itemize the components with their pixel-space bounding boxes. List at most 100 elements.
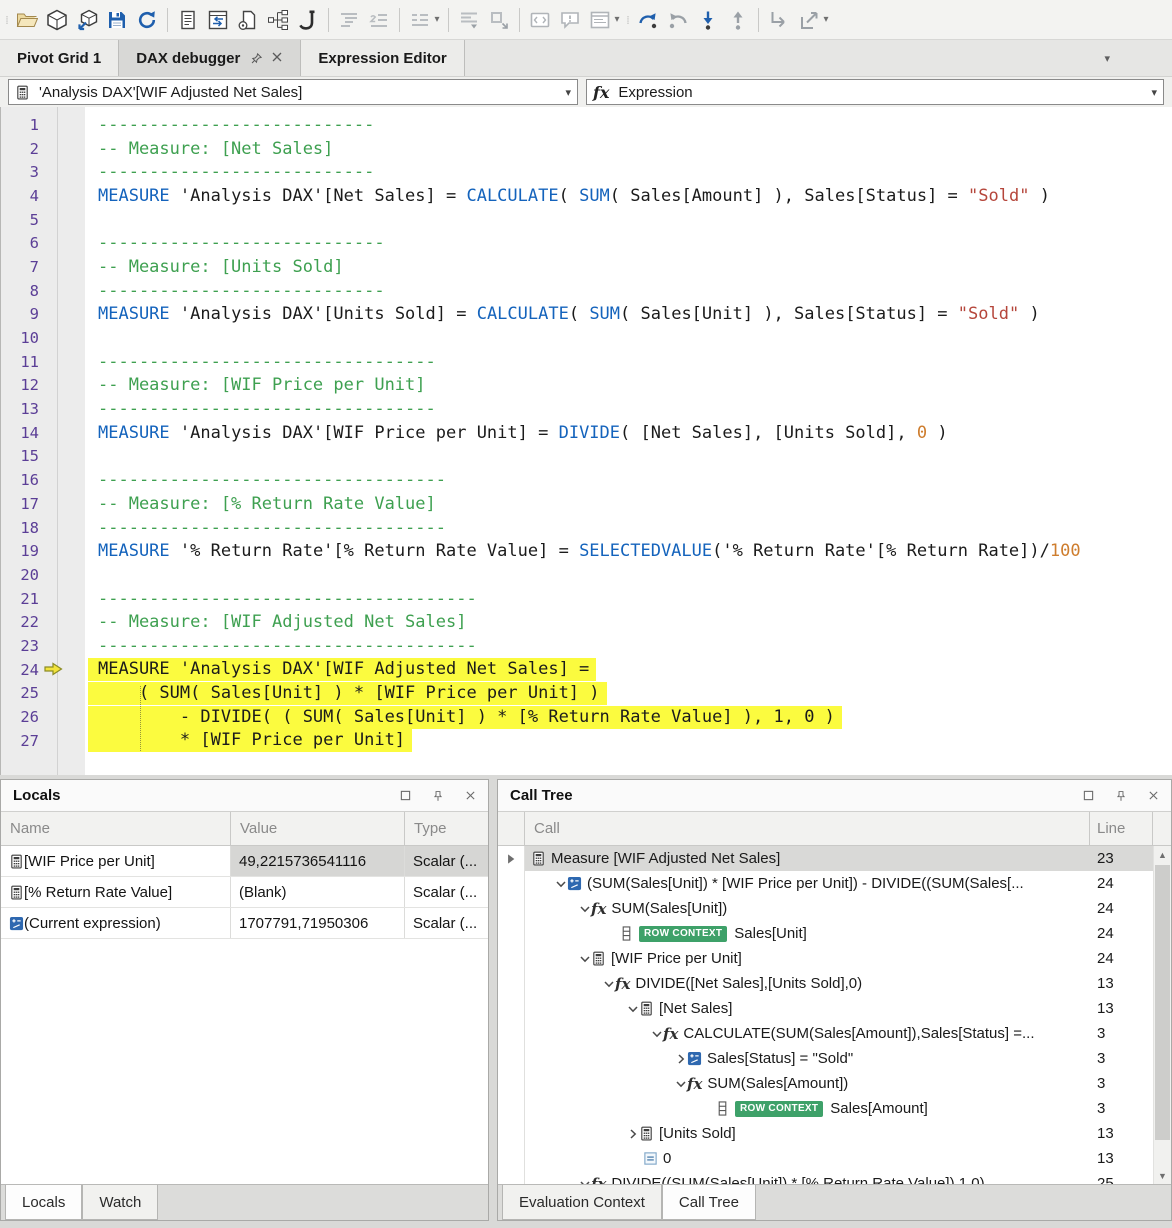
marker-margin[interactable] xyxy=(39,113,85,137)
scrollbar-thumb[interactable] xyxy=(1155,865,1170,1140)
call-tree-row[interactable]: fxDIVIDE((SUM(Sales[Unit]) * [% Return R… xyxy=(498,1171,1171,1184)
marker-margin[interactable] xyxy=(39,397,85,421)
local-type-cell[interactable]: Scalar (... xyxy=(405,846,488,876)
marker-margin[interactable] xyxy=(39,160,85,184)
call-tree-row[interactable]: ROW CONTEXTSales[Unit]24 xyxy=(498,921,1171,946)
local-value-cell[interactable]: (Blank) xyxy=(231,877,405,907)
line-number[interactable]: 13 xyxy=(1,400,39,418)
call-tree-row[interactable]: fxDIVIDE([Net Sales],[Units Sold],0)13 xyxy=(498,971,1171,996)
line-number[interactable]: 4 xyxy=(1,187,39,205)
row-gutter[interactable] xyxy=(498,1146,525,1171)
pin-icon[interactable] xyxy=(432,790,444,802)
code-line[interactable]: 11--------------------------------- xyxy=(1,350,1172,374)
line-number[interactable]: 22 xyxy=(1,613,39,631)
code-line[interactable]: 23------------------------------------- xyxy=(1,634,1172,658)
scroll-up-icon[interactable]: ▲ xyxy=(1154,846,1171,863)
scroll-down-icon[interactable]: ▼ xyxy=(1154,1167,1171,1184)
line-number[interactable]: 21 xyxy=(1,590,39,608)
line-number[interactable]: 2 xyxy=(1,140,39,158)
local-name-cell[interactable]: [% Return Rate Value] xyxy=(1,877,231,907)
row-gutter[interactable] xyxy=(498,946,525,971)
call-cell[interactable]: ROW CONTEXTSales[Amount] xyxy=(525,1096,1090,1121)
row-gutter[interactable] xyxy=(498,1071,525,1096)
step-over-icon-button[interactable] xyxy=(633,3,663,37)
tab-watch[interactable]: Watch xyxy=(82,1185,158,1220)
marker-margin[interactable] xyxy=(39,231,85,255)
line-number[interactable]: 6 xyxy=(1,234,39,252)
line-number[interactable]: 17 xyxy=(1,495,39,513)
editor-lines[interactable]: 1---------------------------2-- Measure:… xyxy=(1,107,1172,753)
chevron-right-icon[interactable] xyxy=(675,1053,687,1065)
code-line[interactable]: 1--------------------------- xyxy=(1,113,1172,137)
marker-margin[interactable] xyxy=(39,682,85,706)
chevron-down-icon[interactable] xyxy=(579,953,591,965)
code-line[interactable]: 6---------------------------- xyxy=(1,231,1172,255)
chevron-down-icon[interactable]: ▾ xyxy=(431,14,443,25)
call-tree-row[interactable]: 013 xyxy=(498,1146,1171,1171)
chevron-down-icon[interactable] xyxy=(579,903,591,915)
maximize-icon[interactable] xyxy=(1083,790,1094,801)
current-statement-marker[interactable] xyxy=(39,658,85,682)
tab-evaluation-context[interactable]: Evaluation Context xyxy=(502,1185,662,1220)
marker-margin[interactable] xyxy=(39,421,85,445)
marker-margin[interactable] xyxy=(39,539,85,563)
code-line[interactable]: 14MEASURE 'Analysis DAX'[WIF Price per U… xyxy=(1,421,1172,445)
line-number[interactable]: 7 xyxy=(1,258,39,276)
call-cell[interactable]: [WIF Price per Unit] xyxy=(525,946,1090,971)
call-tree-row[interactable]: fxCALCULATE(SUM(Sales[Amount]),Sales[Sta… xyxy=(498,1021,1171,1046)
local-type-cell[interactable]: Scalar (... xyxy=(405,877,488,907)
code-line[interactable]: 7-- Measure: [Units Sold] xyxy=(1,255,1172,279)
line-number[interactable]: 14 xyxy=(1,424,39,442)
line-number[interactable]: 27 xyxy=(1,732,39,750)
row-gutter[interactable] xyxy=(498,971,525,996)
line-number[interactable]: 8 xyxy=(1,282,39,300)
chevron-down-icon[interactable] xyxy=(651,1028,663,1040)
row-gutter[interactable] xyxy=(498,871,525,896)
line-number[interactable]: 23 xyxy=(1,637,39,655)
row-gutter[interactable] xyxy=(498,846,525,871)
call-tree-row[interactable]: [Net Sales]13 xyxy=(498,996,1171,1021)
call-tree-row[interactable]: [Units Sold]13 xyxy=(498,1121,1171,1146)
row-gutter[interactable] xyxy=(498,1021,525,1046)
call-cell[interactable]: fxSUM(Sales[Unit]) xyxy=(525,896,1090,921)
marker-margin[interactable] xyxy=(39,279,85,303)
query-dependencies-icon-button[interactable] xyxy=(263,3,293,37)
local-type-cell[interactable]: Scalar (... xyxy=(405,908,488,938)
local-name-cell[interactable]: [WIF Price per Unit] xyxy=(1,846,231,876)
marker-margin[interactable] xyxy=(39,208,85,232)
line-number[interactable]: 24 xyxy=(1,661,39,679)
code-line[interactable]: 26 - DIVIDE( ( SUM( Sales[Unit] ) * [% R… xyxy=(1,705,1172,729)
code-line[interactable]: 27 * [WIF Price per Unit] xyxy=(1,729,1172,753)
call-tree-row[interactable]: ROW CONTEXTSales[Amount]3 xyxy=(498,1096,1171,1121)
line-number[interactable]: 10 xyxy=(1,329,39,347)
deploy-model-icon-button[interactable] xyxy=(72,3,102,37)
code-line[interactable]: 25 ( SUM( Sales[Unit] ) * [WIF Price per… xyxy=(1,682,1172,706)
call-cell[interactable]: fxDIVIDE((SUM(Sales[Unit]) * [% Return R… xyxy=(525,1171,1090,1184)
locals-row[interactable]: (Current expression)1707791,71950306Scal… xyxy=(1,908,488,939)
marker-margin[interactable] xyxy=(39,255,85,279)
call-cell[interactable]: ROW CONTEXTSales[Unit] xyxy=(525,921,1090,946)
line-number[interactable]: 5 xyxy=(1,211,39,229)
tab-dax-debugger[interactable]: DAX debugger xyxy=(119,40,301,76)
code-line[interactable]: 2-- Measure: [Net Sales] xyxy=(1,137,1172,161)
line-number[interactable]: 20 xyxy=(1,566,39,584)
row-gutter[interactable] xyxy=(498,896,525,921)
marker-margin[interactable] xyxy=(39,610,85,634)
locals-column-type[interactable]: Type xyxy=(405,812,488,845)
code-line[interactable]: 21------------------------------------- xyxy=(1,587,1172,611)
code-line[interactable]: 12-- Measure: [WIF Price per Unit] xyxy=(1,374,1172,398)
expression-selector-dropdown[interactable]: fx Expression ▾ xyxy=(586,79,1164,105)
vertical-scrollbar[interactable]: ▲ ▼ xyxy=(1153,846,1171,1184)
code-line[interactable]: 13--------------------------------- xyxy=(1,397,1172,421)
code-line[interactable]: 3--------------------------- xyxy=(1,160,1172,184)
local-value-cell[interactable]: 49,2215736541116 xyxy=(231,846,405,876)
local-name-cell[interactable]: (Current expression) xyxy=(1,908,231,938)
chevron-down-icon[interactable]: ▾ xyxy=(611,14,623,25)
line-number[interactable]: 19 xyxy=(1,542,39,560)
marker-margin[interactable] xyxy=(39,468,85,492)
code-line[interactable]: 19MEASURE '% Return Rate'[% Return Rate … xyxy=(1,539,1172,563)
marker-margin[interactable] xyxy=(39,563,85,587)
code-line[interactable]: 18---------------------------------- xyxy=(1,516,1172,540)
chevron-down-icon[interactable] xyxy=(555,878,567,890)
marker-margin[interactable] xyxy=(39,705,85,729)
